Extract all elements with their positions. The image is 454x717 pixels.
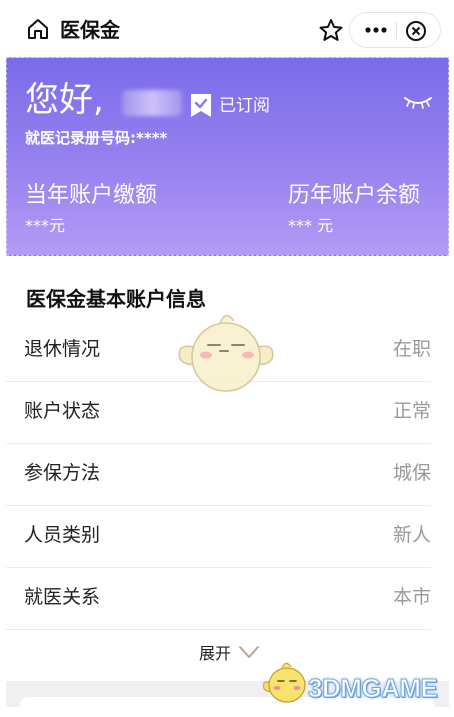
top-nav-bar: 医保金 xyxy=(0,0,454,56)
row-label: 退休情况 xyxy=(24,338,101,360)
capsule-divider xyxy=(396,22,397,39)
mini-program-capsule xyxy=(349,12,441,48)
home-icon[interactable] xyxy=(26,17,50,41)
expand-label: 展开 xyxy=(199,644,232,663)
info-row-insurance-method[interactable]: 参保方法 城保 xyxy=(6,444,431,506)
page-title: 医保金 xyxy=(60,18,120,42)
current-year-payment-label: 当年账户缴额 xyxy=(25,183,158,208)
site-watermark: 3DMGAME xyxy=(260,657,450,707)
medical-record-number: 就医记录册号码:**** xyxy=(25,129,168,147)
mascot-chick-watermark xyxy=(178,314,274,392)
chick-logo-icon xyxy=(263,662,306,703)
current-year-payment-value: ***元 xyxy=(25,216,66,235)
greeting-text: 您好, xyxy=(25,80,104,120)
chevron-down-icon xyxy=(239,646,259,658)
eye-closed-icon[interactable] xyxy=(403,94,433,110)
info-row-medical-relation[interactable]: 就医关系 本市 xyxy=(6,568,431,630)
bookmark-check-icon xyxy=(191,94,211,117)
row-label: 就医关系 xyxy=(24,586,101,608)
historical-balance-value: *** 元 xyxy=(288,216,334,235)
watermark-text: 3DMGAME xyxy=(307,673,438,704)
star-icon[interactable] xyxy=(316,16,346,46)
historical-balance-label: 历年账户余额 xyxy=(288,183,421,208)
row-value: 正常 xyxy=(392,400,431,422)
more-dots-icon[interactable] xyxy=(358,20,394,40)
row-value: 本市 xyxy=(392,586,431,608)
user-name-blurred xyxy=(122,90,182,116)
close-circle-icon[interactable] xyxy=(405,20,427,42)
row-value: 在职 xyxy=(392,338,431,360)
row-value: 城保 xyxy=(392,462,431,484)
row-label: 参保方法 xyxy=(24,462,101,484)
account-summary-card: 您好, 已订阅 就医记录册号码:**** 当年账户缴额 ***元 历年账户余额 … xyxy=(6,57,449,256)
row-value: 新人 xyxy=(392,524,431,546)
row-label: 人员类别 xyxy=(24,524,101,546)
row-label: 账户状态 xyxy=(24,400,101,422)
subscribed-label: 已订阅 xyxy=(219,96,270,116)
info-row-person-category[interactable]: 人员类别 新人 xyxy=(6,506,431,568)
